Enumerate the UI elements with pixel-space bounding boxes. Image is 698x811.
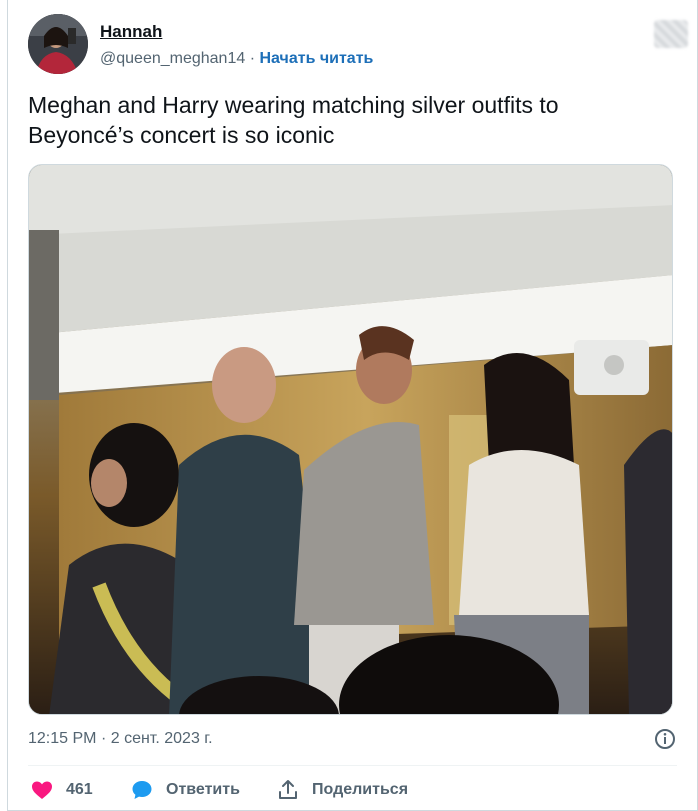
avatar-image — [28, 14, 88, 74]
heart-icon — [32, 781, 52, 799]
twitter-logo-icon[interactable] — [654, 20, 688, 48]
like-count: 461 — [66, 781, 93, 798]
tweet-photo[interactable] — [28, 164, 673, 715]
display-name[interactable]: Hannah — [100, 22, 162, 42]
tweet-card: Hannah @queen_meghan14 · Начать читать M… — [7, 0, 698, 811]
info-icon[interactable] — [653, 727, 677, 751]
separator-dot: · — [249, 50, 256, 67]
tweet-header: Hannah @queen_meghan14 · Начать читать — [28, 14, 688, 74]
like-button[interactable]: 461 — [30, 775, 93, 805]
divider — [28, 765, 677, 766]
user-handle[interactable]: @queen_meghan14 — [100, 50, 245, 67]
avatar[interactable] — [28, 14, 88, 74]
handle-row: @queen_meghan14 · Начать читать — [100, 50, 373, 68]
reply-label: Ответить — [166, 781, 240, 798]
speech-bubble-icon — [132, 781, 152, 799]
share-button[interactable]: Поделиться — [276, 775, 408, 805]
tweet-date: 2 сент. 2023 г. — [110, 730, 213, 747]
tweet-time: 12:15 PM — [28, 730, 97, 747]
share-upload-icon — [279, 780, 297, 799]
follow-button[interactable]: Начать читать — [259, 50, 373, 67]
concert-photo — [29, 165, 672, 714]
tweet-timestamp[interactable]: 12:15 PM · 2 сент. 2023 г. — [28, 730, 213, 748]
tweet-text: Meghan and Harry wearing matching silver… — [28, 92, 559, 148]
share-label: Поделиться — [312, 781, 409, 798]
reply-button[interactable]: Ответить — [130, 775, 240, 805]
action-bar: 461 Ответить Поделиться — [28, 775, 668, 805]
